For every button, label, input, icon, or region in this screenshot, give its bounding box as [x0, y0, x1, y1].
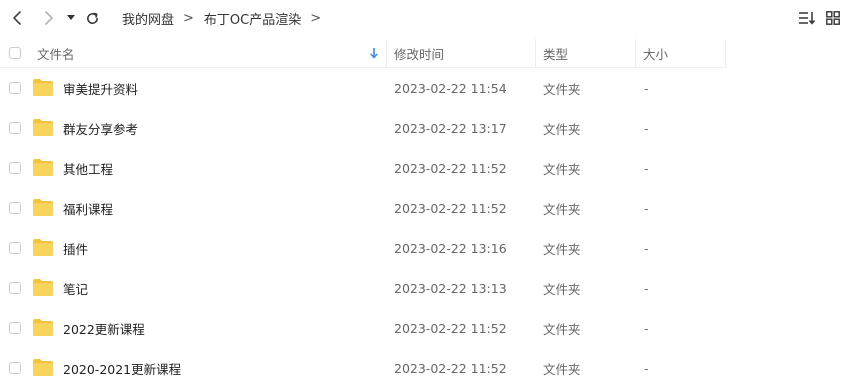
file-name[interactable]: 插件: [63, 228, 88, 268]
caret-down-icon: [67, 15, 75, 20]
folder-icon: [33, 79, 53, 96]
column-divider[interactable]: [635, 39, 636, 67]
column-header-name[interactable]: 文件名: [37, 39, 75, 67]
folder-icon: [33, 159, 53, 176]
file-row[interactable]: 其他工程 2023-02-22 11:52 文件夹 -: [0, 148, 848, 188]
file-name[interactable]: 2020-2021更新课程: [63, 348, 181, 388]
column-header-size[interactable]: 大小: [643, 39, 668, 67]
file-size: -: [644, 160, 649, 176]
folder-icon: [33, 319, 53, 336]
row-checkbox[interactable]: [9, 362, 21, 374]
row-checkbox[interactable]: [9, 322, 21, 334]
refresh-icon: [86, 12, 98, 24]
grid-view-icon: [826, 11, 840, 25]
chevron-right-icon: [45, 11, 53, 25]
grid-view-button[interactable]: [824, 6, 842, 30]
file-row[interactable]: 群友分享参考 2023-02-22 13:17 文件夹 -: [0, 108, 848, 148]
file-modified: 2023-02-22 11:52: [394, 200, 507, 216]
file-row[interactable]: 笔记 2023-02-22 13:13 文件夹 -: [0, 268, 848, 308]
file-size: -: [644, 80, 649, 96]
file-modified: 2023-02-22 11:52: [394, 160, 507, 176]
column-divider[interactable]: [535, 39, 536, 67]
column-header-modified[interactable]: 修改时间: [394, 39, 444, 67]
file-type: 文件夹: [543, 81, 581, 97]
file-modified: 2023-02-22 11:52: [394, 360, 507, 376]
breadcrumb-separator[interactable]: >: [310, 11, 321, 26]
file-name[interactable]: 福利课程: [63, 188, 113, 228]
row-checkbox[interactable]: [9, 202, 21, 214]
file-modified: 2023-02-22 13:16: [394, 240, 507, 256]
back-button[interactable]: [8, 6, 28, 30]
refresh-button[interactable]: [82, 6, 102, 30]
file-type: 文件夹: [543, 281, 581, 297]
file-type: 文件夹: [543, 201, 581, 217]
folder-icon: [33, 279, 53, 296]
folder-icon: [33, 359, 53, 376]
forward-button[interactable]: [38, 6, 58, 30]
sort-button[interactable]: [796, 6, 818, 30]
file-type: 文件夹: [543, 241, 581, 257]
folder-icon: [33, 239, 53, 256]
file-size: -: [644, 240, 649, 256]
column-divider[interactable]: [725, 39, 726, 67]
breadcrumb-item-current[interactable]: 布丁OC产品渲染: [204, 9, 301, 28]
row-checkbox[interactable]: [9, 162, 21, 174]
folder-icon: [33, 119, 53, 136]
breadcrumb-separator: >: [183, 10, 194, 26]
file-size: -: [644, 320, 649, 336]
row-checkbox[interactable]: [9, 122, 21, 134]
file-size: -: [644, 280, 649, 296]
toolbar: 我的网盘 > 布丁OC产品渲染 >: [0, 0, 848, 36]
row-checkbox[interactable]: [9, 282, 21, 294]
column-header-type[interactable]: 类型: [543, 39, 568, 67]
column-divider[interactable]: [386, 39, 387, 67]
file-name[interactable]: 笔记: [63, 268, 88, 308]
arrow-down-icon: [370, 48, 378, 59]
folder-icon: [33, 199, 53, 216]
file-name[interactable]: 群友分享参考: [63, 108, 138, 148]
row-checkbox[interactable]: [9, 82, 21, 94]
file-type: 文件夹: [543, 361, 581, 377]
row-checkbox[interactable]: [9, 242, 21, 254]
select-all-checkbox[interactable]: [9, 47, 21, 59]
file-name[interactable]: 2022更新课程: [63, 308, 145, 348]
file-type: 文件夹: [543, 161, 581, 177]
chevron-left-icon: [13, 11, 21, 25]
column-header: 文件名 修改时间 类型 大小: [0, 39, 848, 67]
file-modified: 2023-02-22 13:13: [394, 280, 507, 296]
file-type: 文件夹: [543, 321, 581, 337]
breadcrumb: 我的网盘 > 布丁OC产品渲染 >: [122, 0, 331, 36]
breadcrumb-item-root[interactable]: 我的网盘: [122, 9, 174, 28]
file-modified: 2023-02-22 13:17: [394, 120, 507, 136]
file-row[interactable]: 福利课程 2023-02-22 11:52 文件夹 -: [0, 188, 848, 228]
file-row[interactable]: 2020-2021更新课程 2023-02-22 11:52 文件夹 -: [0, 348, 848, 388]
file-type: 文件夹: [543, 121, 581, 137]
file-modified: 2023-02-22 11:52: [394, 320, 507, 336]
sort-icon: [799, 12, 816, 25]
history-dropdown-button[interactable]: [64, 6, 78, 30]
file-size: -: [644, 200, 649, 216]
file-row[interactable]: 插件 2023-02-22 13:16 文件夹 -: [0, 228, 848, 268]
sort-indicator[interactable]: [369, 39, 379, 67]
file-name[interactable]: 其他工程: [63, 148, 113, 188]
file-name[interactable]: 审美提升资料: [63, 68, 138, 108]
file-modified: 2023-02-22 11:54: [394, 80, 507, 96]
file-size: -: [644, 360, 649, 376]
file-row[interactable]: 审美提升资料 2023-02-22 11:54 文件夹 -: [0, 68, 848, 108]
file-size: -: [644, 120, 649, 136]
file-row[interactable]: 2022更新课程 2023-02-22 11:52 文件夹 -: [0, 308, 848, 348]
